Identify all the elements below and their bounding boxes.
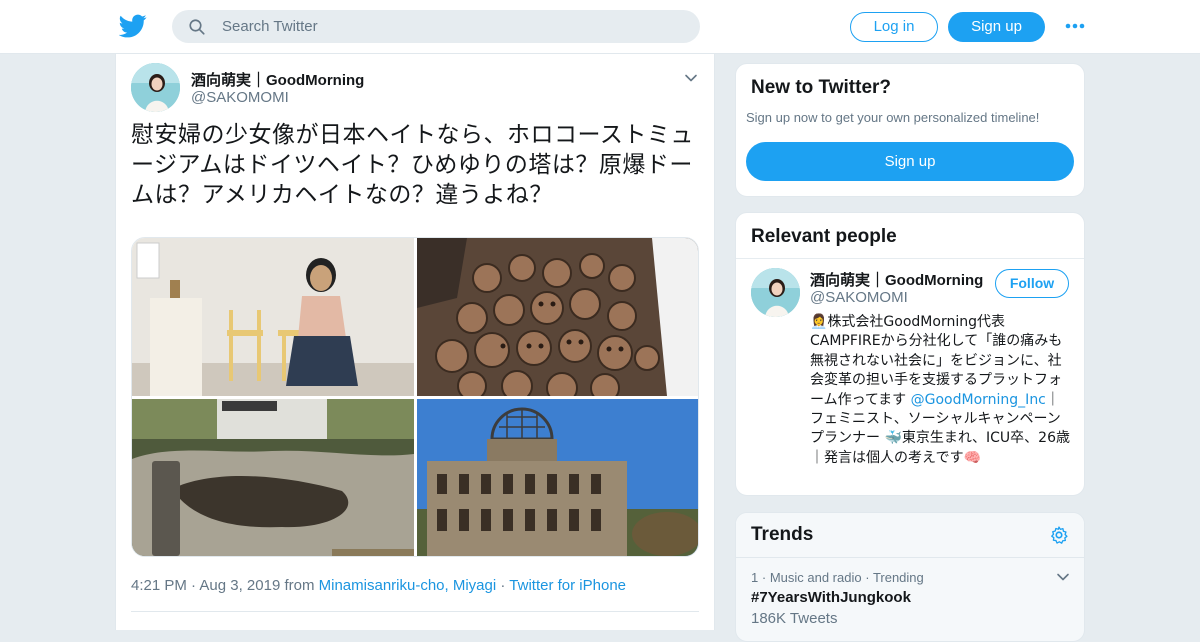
meta-separator: · — [500, 577, 510, 594]
tweet-photo-museum[interactable] — [417, 238, 698, 396]
dome-photo-image — [417, 399, 698, 556]
trend-meta: 1 · Music and radio · Trending — [751, 570, 924, 585]
new-to-twitter-card: New to Twitter? Sign up now to get your … — [735, 63, 1085, 197]
trend-category: Music and radio — [769, 570, 862, 585]
chevron-down-icon[interactable] — [684, 71, 698, 85]
more-dots-icon[interactable] — [1064, 17, 1086, 35]
tweet-text: 慰安婦の少女像が日本ヘイトなら、ホロコーストミュージアムはドイツヘイト？ひめゆり… — [131, 122, 694, 208]
relevant-people-title: Relevant people — [751, 226, 897, 247]
person-avatar[interactable] — [751, 268, 800, 317]
tweet-time[interactable]: 4:21 PM — [131, 577, 187, 594]
avatar-image — [131, 63, 180, 112]
relevant-people-card: Relevant people 酒向萌実｜GoodMorning @SAKOMO… — [735, 212, 1085, 496]
search-input[interactable] — [222, 10, 682, 43]
divider — [131, 611, 699, 612]
divider — [736, 557, 1084, 558]
trend-rank: 1 — [751, 570, 759, 585]
tweet-media-grid[interactable] — [131, 237, 699, 557]
tweet-metadata: 4:21 PM · Aug 3, 2019 from Minamisanriku… — [131, 577, 626, 594]
author-name[interactable]: 酒向萌実｜GoodMorning — [191, 69, 364, 90]
avatar-image — [751, 268, 800, 317]
statue-photo-image — [132, 238, 414, 396]
new-to-twitter-title: New to Twitter? — [751, 77, 892, 98]
person-bio: 👩‍💼株式会社GoodMorning代表 CAMPFIREから分社化して「誰の痛… — [810, 313, 1072, 468]
person-handle[interactable]: @SAKOMOMI — [810, 289, 908, 306]
tweet-card: 酒向萌実｜GoodMorning @SAKOMOMI 慰安婦の少女像が日本ヘイト… — [115, 54, 715, 630]
trend-name-link[interactable]: #7YearsWithJungkook — [751, 589, 911, 606]
chevron-down-icon[interactable] — [1056, 571, 1070, 583]
tweet-date[interactable]: Aug 3, 2019 — [199, 577, 280, 594]
author-handle[interactable]: @SAKOMOMI — [191, 89, 289, 106]
person-name[interactable]: 酒向萌実｜GoodMorning — [810, 269, 983, 290]
top-navigation-bar: Log in Sign up — [0, 0, 1200, 54]
trends-header: Trends — [736, 513, 1084, 558]
tweet-source-link[interactable]: Twitter for iPhone — [509, 577, 626, 594]
tweet-photo-statue[interactable] — [132, 238, 414, 396]
new-to-twitter-subtitle: Sign up now to get your own personalized… — [746, 110, 1040, 125]
tweet-location-link[interactable]: Minamisanriku-cho, Miyagi — [319, 577, 497, 594]
twitter-bird-icon[interactable] — [119, 12, 147, 40]
tweet-photo-memorial[interactable] — [132, 399, 414, 556]
search-bar[interactable] — [172, 10, 700, 43]
follow-button[interactable]: Follow — [995, 269, 1069, 298]
trend-status: Trending — [872, 570, 924, 585]
search-icon — [189, 19, 205, 35]
memorial-photo-image — [132, 399, 414, 556]
bio-mention-link[interactable]: @GoodMorning_Inc — [911, 392, 1046, 408]
signup-large-button[interactable]: Sign up — [746, 142, 1074, 181]
museum-photo-image — [417, 238, 698, 396]
from-label: from — [284, 577, 315, 594]
signup-button[interactable]: Sign up — [948, 12, 1045, 42]
trends-title: Trends — [751, 524, 814, 545]
trends-card: Trends 1 · Music and radio · Trending #7… — [735, 512, 1085, 642]
tweet-photo-dome[interactable] — [417, 399, 698, 556]
trend-tweet-count: 186K Tweets — [751, 610, 838, 627]
meta-separator: · — [865, 570, 873, 585]
meta-separator: · — [761, 570, 770, 585]
login-button[interactable]: Log in — [850, 12, 938, 42]
divider — [736, 258, 1084, 259]
author-avatar[interactable] — [131, 63, 180, 112]
gear-icon[interactable] — [1049, 525, 1069, 545]
